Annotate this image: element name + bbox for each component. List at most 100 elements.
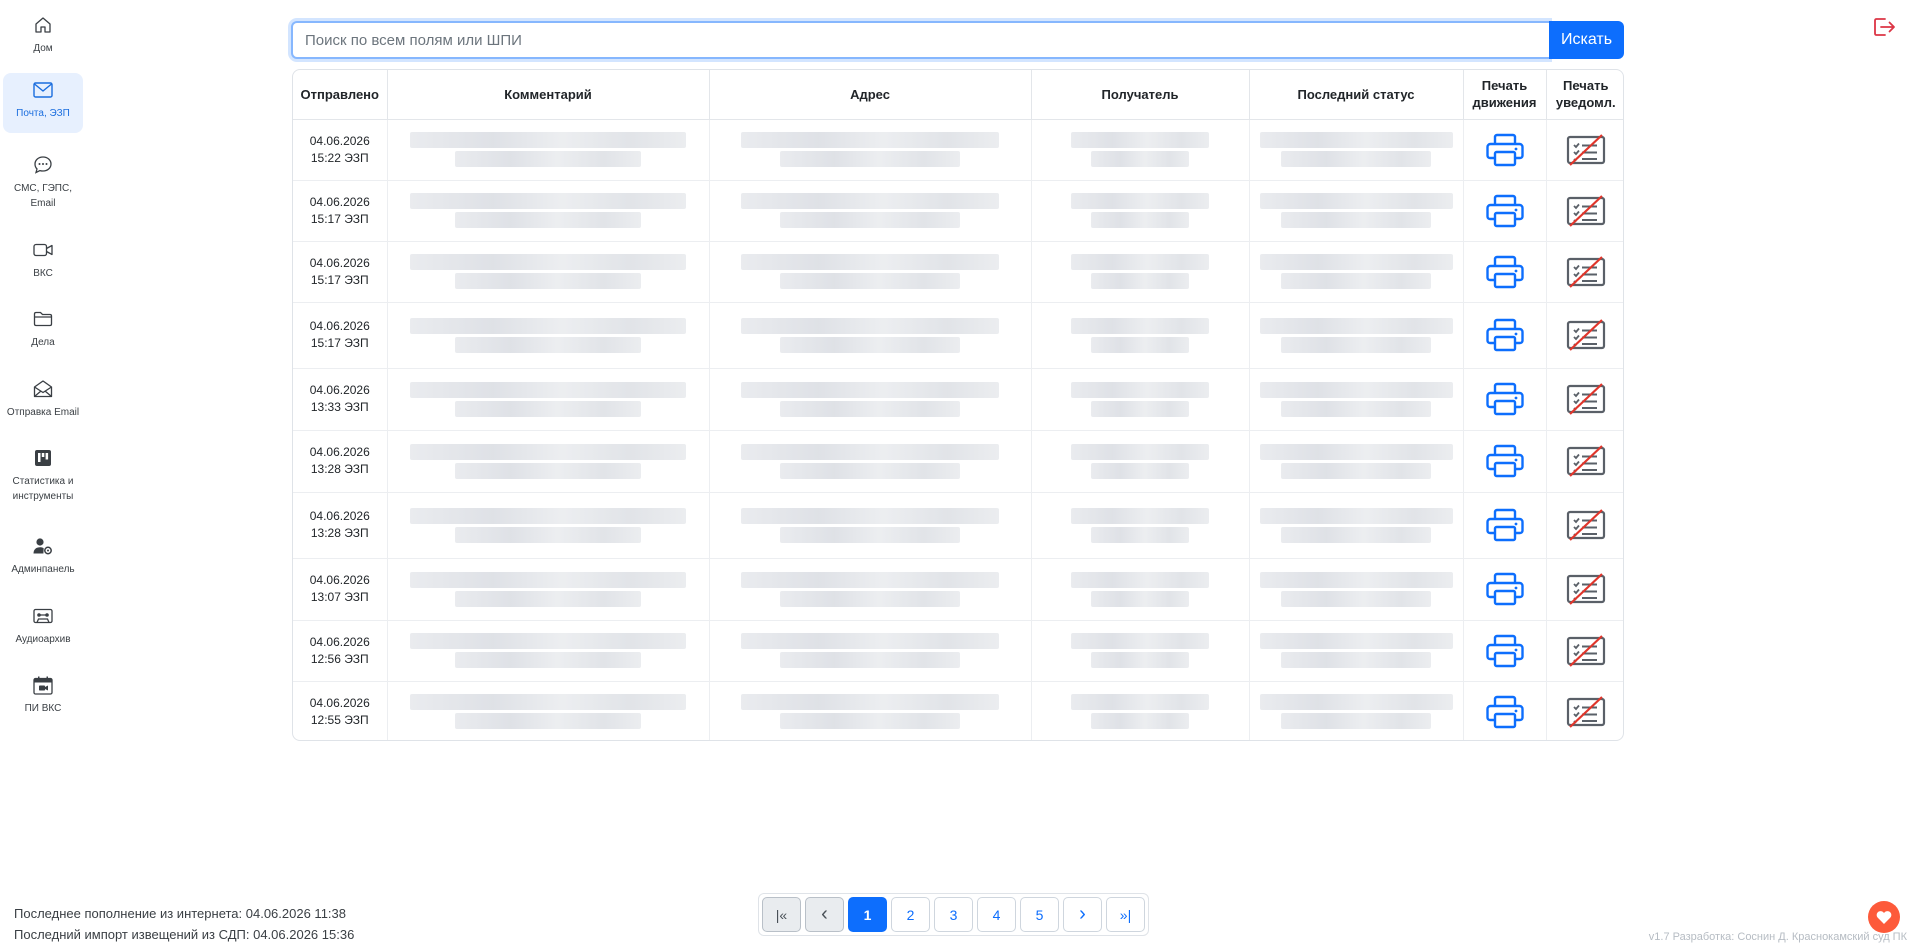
sent-time: 13:28 ЭЗП xyxy=(310,526,369,540)
sent-date: 04.06.2026 xyxy=(309,695,370,710)
sidebar-item-stats[interactable]: Статистика и инструменты xyxy=(3,441,83,511)
search-button[interactable]: Искать xyxy=(1549,21,1624,59)
status-cell xyxy=(1249,558,1464,621)
page-button-2[interactable]: 2 xyxy=(891,897,930,932)
print-movement-button[interactable] xyxy=(1463,368,1547,431)
printer-icon xyxy=(1464,508,1546,542)
print-movement-button[interactable] xyxy=(1463,620,1547,682)
sidebar-item-cases[interactable]: Дела xyxy=(3,302,83,354)
print-notice-button[interactable] xyxy=(1546,119,1623,181)
print-movement-button[interactable] xyxy=(1463,681,1547,740)
print-notice-button[interactable] xyxy=(1546,620,1624,682)
sent-time: 15:17 ЭЗП xyxy=(310,211,369,226)
notice-disabled-icon xyxy=(1547,509,1624,541)
sent-cell: 04.06.2026 13:33 ЭЗП xyxy=(293,368,388,431)
sidebar-item-send-email[interactable]: Отправка Email xyxy=(3,372,83,424)
status-cell xyxy=(1249,620,1464,682)
column-header-last-status[interactable]: Последний статус xyxy=(1249,70,1464,120)
column-header-print-notice: Печать уведомл. xyxy=(1546,70,1623,120)
print-movement-button[interactable] xyxy=(1463,430,1547,493)
table-row[interactable]: 04.06.2026 15:17 ЭЗП xyxy=(293,302,1623,369)
page-button-3[interactable]: 3 xyxy=(934,897,973,932)
sidebar-item-label: ВКС xyxy=(33,268,53,279)
first-page-button[interactable]: |« xyxy=(762,897,801,932)
status-cell xyxy=(1249,430,1464,493)
comment-cell xyxy=(387,302,710,369)
import-info: Последнее пополнение из интернета: 04.06… xyxy=(14,903,354,945)
feedback-button[interactable] xyxy=(1868,901,1900,933)
print-movement-button[interactable] xyxy=(1463,180,1547,242)
sent-date: 04.06.2026 xyxy=(309,445,370,459)
print-movement-button[interactable] xyxy=(1463,119,1547,181)
recipient-cell xyxy=(1031,681,1250,740)
address-cell xyxy=(709,241,1032,303)
print-notice-button[interactable] xyxy=(1546,241,1623,303)
sent-date: 04.06.2026 xyxy=(309,319,370,333)
table-body: 04.06.2026 15:22 ЭЗП 04.06.2026 15:17 ЭЗП 04… xyxy=(293,119,1624,740)
column-header-comment[interactable]: Комментарий xyxy=(387,70,710,120)
print-notice-button[interactable] xyxy=(1546,180,1623,242)
print-notice-button[interactable] xyxy=(1546,368,1623,431)
sidebar-item-admin[interactable]: Админпанель xyxy=(3,529,83,581)
sent-time: 15:22 ЭЗП xyxy=(310,150,369,165)
page-button-5[interactable]: 5 xyxy=(1020,897,1059,932)
print-movement-button[interactable] xyxy=(1463,558,1547,621)
sidebar-item-sms[interactable]: СМС, ГЭПС, Email xyxy=(3,148,83,214)
search-input[interactable] xyxy=(291,21,1549,59)
print-notice-button[interactable] xyxy=(1546,558,1623,621)
print-movement-button[interactable] xyxy=(1463,302,1547,369)
table-row[interactable]: 04.06.2026 15:17 ЭЗП xyxy=(293,180,1623,242)
table-row[interactable]: 04.06.2026 13:28 ЭЗП xyxy=(293,492,1624,559)
print-notice-button[interactable] xyxy=(1546,430,1623,493)
notice-disabled-icon xyxy=(1547,634,1624,667)
search-bar: Искать xyxy=(291,21,1624,59)
sidebar-item-pi-vks[interactable]: ПИ ВКС xyxy=(3,668,83,720)
prev-page-button[interactable]: ‹ xyxy=(805,897,844,932)
status-cell xyxy=(1249,368,1464,431)
print-movement-button[interactable] xyxy=(1463,492,1547,559)
table-row[interactable]: 04.06.2026 13:07 ЭЗП xyxy=(293,558,1623,621)
comment-cell xyxy=(387,620,710,682)
comment-cell xyxy=(387,492,710,559)
sent-date: 04.06.2026 xyxy=(309,194,370,209)
print-notice-button[interactable] xyxy=(1546,302,1623,369)
comment-cell xyxy=(387,368,710,431)
sidebar-item-label: СМС, ГЭПС, Email xyxy=(13,183,72,209)
table-row[interactable]: 04.06.2026 15:17 ЭЗП xyxy=(293,241,1623,303)
table-row[interactable]: 04.06.2026 13:33 ЭЗП xyxy=(293,368,1623,431)
last-page-button[interactable]: »| xyxy=(1106,897,1145,932)
comment-cell xyxy=(387,119,710,181)
sent-date: 04.06.2026 xyxy=(309,383,370,397)
recipient-cell xyxy=(1031,368,1250,431)
table-header-row: Отправлено Комментарий Адрес Получатель … xyxy=(293,70,1623,120)
column-header-recipient[interactable]: Получатель xyxy=(1031,70,1250,120)
page-button-1[interactable]: 1 xyxy=(848,897,887,932)
status-cell xyxy=(1249,180,1464,242)
sent-cell: 04.06.2026 15:17 ЭЗП xyxy=(293,180,388,242)
printer-icon xyxy=(1464,572,1546,606)
logout-button[interactable] xyxy=(1871,14,1897,40)
table-row[interactable]: 04.06.2026 15:22 ЭЗП xyxy=(293,119,1623,181)
recipient-cell xyxy=(1031,558,1250,621)
printer-icon xyxy=(1464,382,1546,416)
column-header-sent[interactable]: Отправлено xyxy=(293,70,388,120)
table-row[interactable]: 04.06.2026 13:28 ЭЗП xyxy=(293,430,1623,493)
table-row[interactable]: 04.06.2026 12:56 ЭЗП xyxy=(293,620,1624,682)
column-header-address[interactable]: Адрес xyxy=(709,70,1032,120)
print-notice-button[interactable] xyxy=(1546,681,1623,740)
sidebar-item-home[interactable]: Дом xyxy=(3,8,83,60)
sidebar-item-audio[interactable]: Аудиоархив xyxy=(3,599,83,651)
table-row[interactable]: 04.06.2026 12:55 ЭЗП xyxy=(293,681,1623,740)
envelope-open-icon xyxy=(32,378,54,400)
printer-icon xyxy=(1464,634,1546,668)
next-page-button[interactable]: › xyxy=(1063,897,1102,932)
print-movement-button[interactable] xyxy=(1463,241,1547,303)
sidebar-item-vks[interactable]: ВКС xyxy=(3,233,83,285)
printer-icon xyxy=(1464,133,1546,167)
comment-cell xyxy=(387,558,710,621)
sidebar-item-mail[interactable]: Почта, ЭЗП xyxy=(3,73,83,133)
sent-cell: 04.06.2026 12:56 ЭЗП xyxy=(293,620,388,682)
page-button-4[interactable]: 4 xyxy=(977,897,1016,932)
address-cell xyxy=(709,492,1032,559)
print-notice-button[interactable] xyxy=(1546,492,1624,559)
